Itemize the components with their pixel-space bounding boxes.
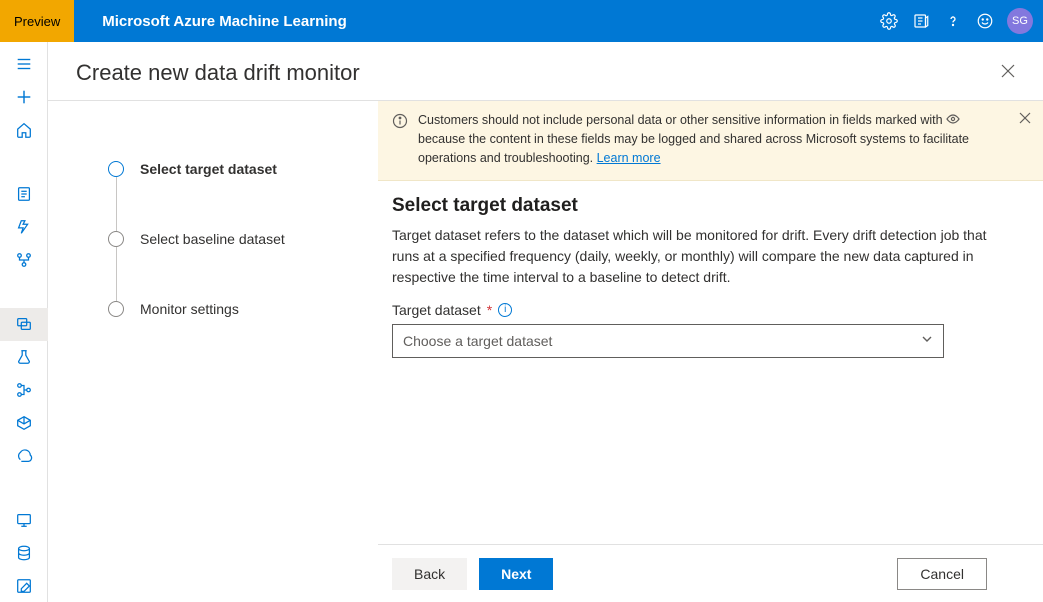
learn-more-link[interactable]: Learn more — [597, 151, 661, 165]
step-target-dataset[interactable]: Select target dataset — [108, 161, 354, 177]
smile-icon[interactable] — [975, 11, 995, 31]
chevron-down-icon — [921, 332, 933, 350]
notebooks-icon[interactable] — [0, 178, 48, 211]
cancel-button[interactable]: Cancel — [897, 558, 987, 590]
top-bar: Preview Microsoft Azure Machine Learning… — [0, 0, 1043, 42]
step-baseline-dataset[interactable]: Select baseline dataset — [108, 231, 354, 247]
preview-badge: Preview — [0, 0, 74, 42]
next-button[interactable]: Next — [479, 558, 553, 590]
topbar-actions: SG — [879, 8, 1033, 34]
designer-icon[interactable] — [0, 244, 48, 277]
panel-title: Create new data drift monitor — [76, 60, 360, 86]
section-heading: Select target dataset — [392, 195, 987, 217]
privacy-banner: Customers should not include personal da… — [378, 101, 1043, 181]
stepper: Select target dataset Select baseline da… — [48, 101, 378, 602]
home-icon[interactable] — [0, 114, 48, 147]
models-icon[interactable] — [0, 406, 48, 439]
add-icon[interactable] — [0, 81, 48, 114]
wizard-panel: Create new data drift monitor Select tar… — [48, 42, 1043, 602]
side-nav — [0, 42, 48, 602]
compute-icon[interactable] — [0, 503, 48, 536]
experiments-icon[interactable] — [0, 341, 48, 374]
dropdown-placeholder: Choose a target dataset — [403, 333, 552, 349]
menu-icon[interactable] — [0, 48, 48, 81]
datasets-icon[interactable] — [0, 308, 48, 341]
target-dataset-label: Target dataset * i — [392, 302, 987, 318]
close-button[interactable] — [1001, 64, 1015, 83]
help-icon[interactable] — [943, 11, 963, 31]
banner-text: Customers should not include personal da… — [418, 111, 1029, 168]
info-icon — [392, 113, 408, 168]
section-description: Target dataset refers to the dataset whi… — [392, 225, 987, 288]
required-asterisk: * — [487, 302, 492, 318]
step-label: Select baseline dataset — [140, 231, 285, 247]
field-info-icon[interactable]: i — [498, 303, 512, 317]
datastores-icon[interactable] — [0, 536, 48, 569]
settings-icon[interactable] — [879, 11, 899, 31]
labeling-icon[interactable] — [0, 569, 48, 602]
endpoints-icon[interactable] — [0, 439, 48, 472]
step-label: Monitor settings — [140, 301, 239, 317]
step-monitor-settings[interactable]: Monitor settings — [108, 301, 354, 317]
target-dataset-dropdown[interactable]: Choose a target dataset — [392, 324, 944, 358]
step-label: Select target dataset — [140, 161, 277, 177]
user-avatar[interactable]: SG — [1007, 8, 1033, 34]
feedback-icon[interactable] — [911, 11, 931, 31]
eye-icon — [946, 111, 960, 130]
banner-close-button[interactable] — [1019, 111, 1031, 129]
automl-icon[interactable] — [0, 211, 48, 244]
wizard-footer: Back Next Cancel — [378, 544, 1043, 602]
back-button[interactable]: Back — [392, 558, 467, 590]
app-title: Microsoft Azure Machine Learning — [102, 13, 346, 30]
pipelines-icon[interactable] — [0, 374, 48, 407]
